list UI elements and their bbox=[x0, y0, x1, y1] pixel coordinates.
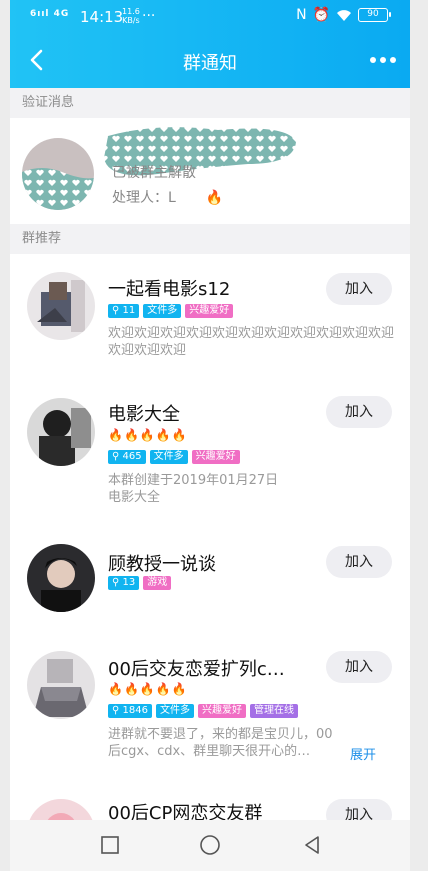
avatar bbox=[27, 398, 95, 466]
group-name: 00后交友恋爱扩列c… bbox=[108, 659, 285, 680]
group-avatar-obscured bbox=[22, 138, 94, 210]
list-item[interactable]: 电影大全 加入 🔥🔥🔥🔥🔥 ⚲ 465 文件多 兴趣爱好 本群创建于2019年0… bbox=[10, 384, 410, 524]
member-count-badge: ⚲ 1846 bbox=[108, 704, 152, 718]
alarm-icon: ⏰ bbox=[312, 7, 330, 23]
handler-info: 处理人：L 🔥 bbox=[112, 190, 224, 206]
signal-indicator: 6ııl 4G bbox=[30, 9, 70, 19]
verify-message-item[interactable]: 已被群主解散 处理人：L 🔥 bbox=[10, 118, 410, 224]
status-right-icons: N ⏰ 90 bbox=[296, 7, 391, 23]
list-item[interactable]: 00后交友恋爱扩列c… 加入 🔥🔥🔥🔥🔥 ⚲ 1846 文件多 兴趣爱好 管理在… bbox=[10, 629, 410, 789]
join-button[interactable]: 加入 bbox=[326, 546, 392, 578]
recent-apps-icon[interactable] bbox=[98, 833, 122, 857]
join-button[interactable]: 加入 bbox=[326, 396, 392, 428]
group-description: 欢迎欢迎欢迎欢迎欢迎欢迎欢迎欢迎欢迎欢迎欢迎欢迎欢迎欢迎 bbox=[108, 326, 395, 358]
verify-status: 已被群主解散 bbox=[112, 165, 196, 181]
member-count-badge: ⚲ 11 bbox=[108, 304, 140, 318]
home-icon[interactable] bbox=[198, 833, 222, 857]
join-button[interactable]: 加入 bbox=[326, 273, 392, 305]
fire-icon: 🔥 bbox=[205, 190, 224, 206]
expand-link[interactable]: 展开 bbox=[350, 744, 376, 763]
group-name: 00后CP网恋交友群 bbox=[108, 803, 263, 820]
system-navigation-bar bbox=[10, 820, 410, 871]
more-icon[interactable] bbox=[368, 48, 398, 72]
list-item[interactable]: 00后CP网恋交友群 加入 bbox=[10, 789, 410, 820]
tag: 游戏 bbox=[143, 576, 172, 590]
header: 6ııl 4G 14:13 11.6 KB/s ··· N ⏰ 90 群通知 bbox=[10, 0, 410, 88]
group-description: 进群就不要退了，来的都是宝贝儿，00后cgx、cdx、群里聊天很开心的… bbox=[108, 727, 333, 759]
tag-list: ⚲ 13 游戏 bbox=[108, 576, 172, 590]
wifi-icon bbox=[337, 9, 351, 21]
recommend-list: 一起看电影s12 加入 ⚲ 11 文件多 兴趣爱好 欢迎欢迎欢迎欢迎欢迎欢迎欢迎… bbox=[10, 254, 410, 820]
network-speed: 11.6 KB/s bbox=[122, 7, 140, 25]
avatar bbox=[27, 544, 95, 612]
page-title: 群通知 bbox=[183, 53, 237, 74]
tag: 兴趣爱好 bbox=[197, 704, 246, 718]
section-recommend-label: 群推荐 bbox=[22, 231, 62, 246]
fire-level: 🔥🔥🔥🔥🔥 bbox=[108, 428, 188, 442]
avatar bbox=[27, 651, 95, 719]
join-button[interactable]: 加入 bbox=[326, 799, 392, 820]
tag: 管理在线 bbox=[249, 704, 298, 718]
list-item[interactable]: 顾教授一说谈 加入 ⚲ 13 游戏 bbox=[10, 524, 410, 629]
tag-list: ⚲ 1846 文件多 兴趣爱好 管理在线 bbox=[108, 704, 298, 718]
tag: 兴趣爱好 bbox=[191, 450, 240, 464]
group-description: 本群创建于2019年01月27日 电影大全 bbox=[108, 473, 279, 505]
back-nav-icon[interactable] bbox=[300, 833, 324, 857]
fire-level: 🔥🔥🔥🔥🔥 bbox=[108, 682, 188, 696]
member-count-badge: ⚲ 13 bbox=[108, 576, 140, 590]
list-item[interactable]: 一起看电影s12 加入 ⚲ 11 文件多 兴趣爱好 欢迎欢迎欢迎欢迎欢迎欢迎欢迎… bbox=[10, 254, 410, 384]
status-bar: 6ııl 4G 14:13 11.6 KB/s ··· N ⏰ 90 bbox=[10, 0, 410, 34]
battery-icon: 90 bbox=[358, 8, 391, 22]
nfc-icon: N bbox=[296, 7, 307, 23]
clock: 14:13 bbox=[80, 8, 124, 26]
group-name: 顾教授一说谈 bbox=[108, 554, 216, 575]
avatar bbox=[27, 799, 95, 820]
member-count-badge: ⚲ 465 bbox=[108, 450, 146, 464]
group-name: 一起看电影s12 bbox=[108, 279, 231, 300]
tag-list: ⚲ 11 文件多 兴趣爱好 bbox=[108, 304, 234, 318]
tag: 兴趣爱好 bbox=[185, 304, 234, 318]
tag: 文件多 bbox=[149, 450, 188, 464]
avatar bbox=[27, 272, 95, 340]
status-more-icon: ··· bbox=[142, 8, 156, 24]
group-name: 电影大全 bbox=[108, 404, 180, 425]
section-verify-label: 验证消息 bbox=[22, 95, 75, 110]
tag: 文件多 bbox=[155, 704, 194, 718]
navbar: 群通知 bbox=[10, 34, 410, 88]
join-button[interactable]: 加入 bbox=[326, 651, 392, 683]
tag: 文件多 bbox=[143, 304, 182, 318]
phone-screen: 6ııl 4G 14:13 11.6 KB/s ··· N ⏰ 90 群通知 验证… bbox=[10, 0, 410, 871]
tag-list: ⚲ 465 文件多 兴趣爱好 bbox=[108, 450, 240, 464]
